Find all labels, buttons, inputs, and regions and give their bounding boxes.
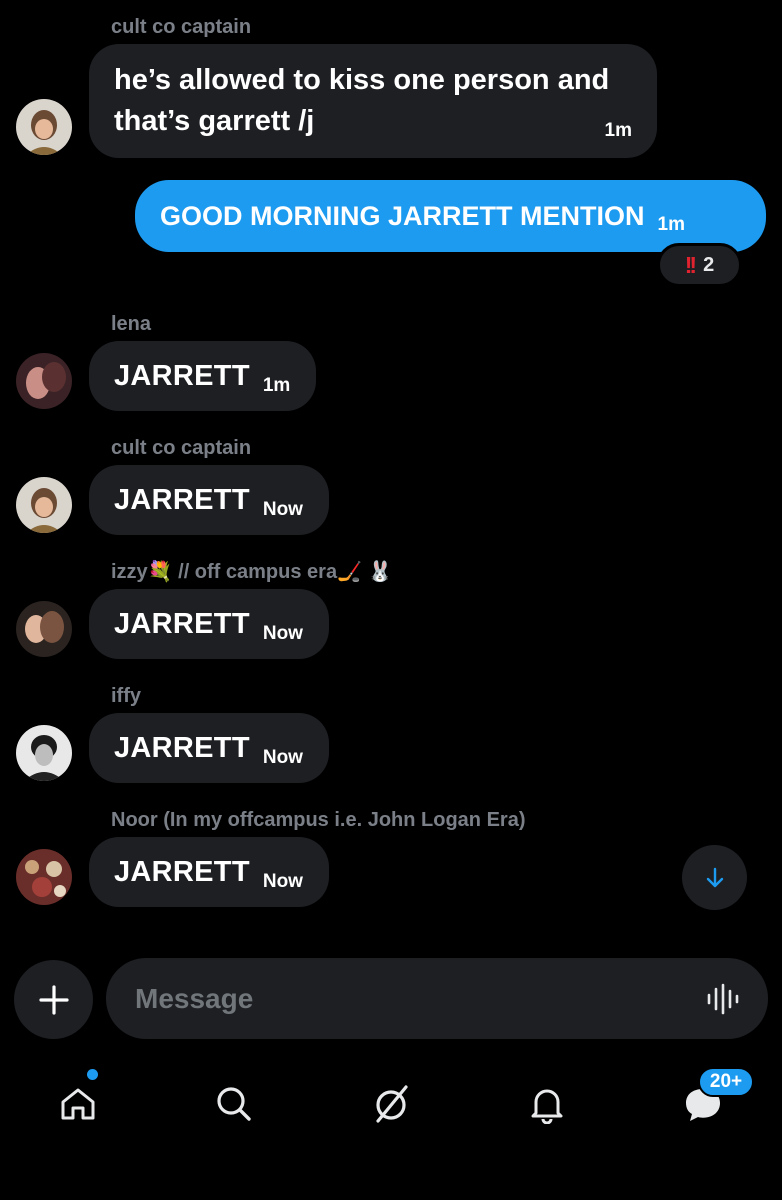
search-icon [217, 1087, 251, 1121]
sender-name: izzy💐 // off campus era🏒 🐰 [111, 561, 393, 583]
message-timestamp: 1m [657, 214, 685, 235]
avatar[interactable] [16, 353, 72, 409]
message-text: GOOD MORNING JARRETT MENTION [160, 200, 645, 231]
message-timestamp: Now [262, 871, 303, 892]
message-composer[interactable] [106, 958, 768, 1039]
reaction-count: 2 [703, 253, 715, 276]
nav-search[interactable] [204, 1074, 264, 1134]
avatar[interactable] [16, 849, 72, 905]
outgoing-message-bubble[interactable]: GOOD MORNING JARRETT MENTION 1m [135, 180, 766, 252]
message-bubble[interactable]: JARRETT Now [89, 589, 329, 659]
avatar[interactable] [16, 477, 72, 533]
message-bubble[interactable]: JARRETT 1m [89, 341, 317, 411]
sender-name: cult co captain [111, 437, 252, 459]
message-text: JARRETT [114, 731, 250, 764]
message-text: JARRETT [114, 855, 250, 888]
arrow-down-icon [706, 867, 723, 887]
home-icon [61, 1088, 95, 1120]
notifications-bell-icon [531, 1089, 563, 1124]
reaction-pill[interactable]: !! 2 [657, 243, 742, 287]
nav-home[interactable] [48, 1074, 108, 1134]
sender-name: lena [111, 313, 152, 335]
message-bubble[interactable]: JARRETT Now [89, 837, 329, 907]
message-input[interactable] [135, 982, 706, 1015]
message-timestamp: Now [262, 499, 303, 520]
sender-name: Noor (In my offcampus i.e. John Logan Er… [111, 809, 526, 831]
bottom-navigation [0, 1060, 782, 1200]
unread-dot [87, 1069, 98, 1080]
message-bubble[interactable]: he’s allowed to kiss one person and that… [89, 44, 657, 158]
grok-icon [376, 1085, 408, 1123]
nav-grok[interactable] [361, 1074, 421, 1134]
message-bubble[interactable]: JARRETT Now [89, 713, 329, 783]
message-timestamp: Now [262, 747, 303, 768]
message-text-line: he’s allowed to kiss one person and [114, 64, 610, 96]
message-bubble[interactable]: JARRETT Now [89, 465, 329, 535]
avatar[interactable] [16, 601, 72, 657]
avatar[interactable] [16, 725, 72, 781]
messages-badge: 20+ [698, 1067, 754, 1097]
scroll-to-bottom-button[interactable] [682, 845, 747, 910]
sender-name: iffy [111, 685, 141, 707]
nav-notifications[interactable] [517, 1074, 577, 1134]
message-text: JARRETT [114, 607, 250, 640]
add-attachment-button[interactable] [14, 960, 93, 1039]
message-timestamp: 1m [604, 120, 632, 141]
message-timestamp: Now [262, 623, 303, 644]
avatar[interactable] [16, 99, 72, 155]
plus-icon [38, 984, 69, 1015]
message-text: JARRETT [114, 359, 250, 392]
message-timestamp: 1m [262, 375, 291, 396]
voice-waveform-icon[interactable] [706, 983, 740, 1015]
sender-name: cult co captain [111, 16, 252, 38]
message-text-line: that’s garrett /j [114, 105, 315, 137]
message-text: JARRETT [114, 483, 250, 516]
double-exclamation-emoji: !! [684, 251, 697, 278]
